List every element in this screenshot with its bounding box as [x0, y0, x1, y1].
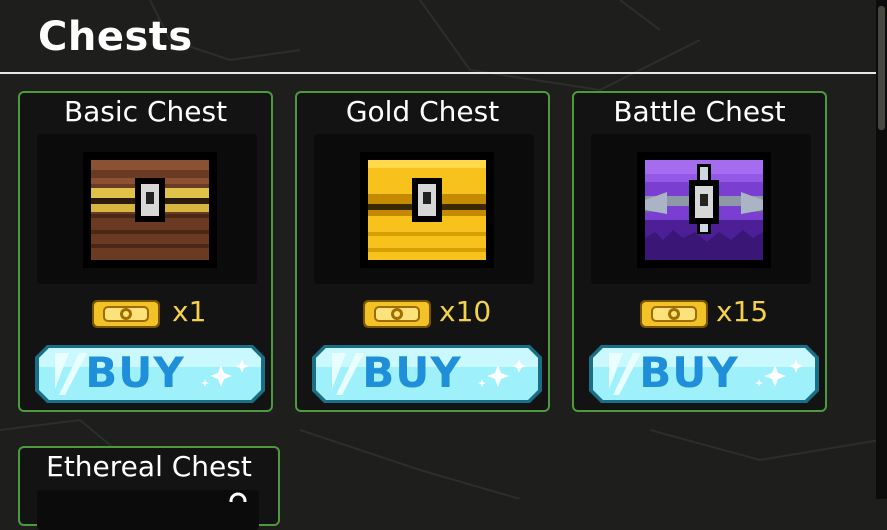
chest-image-frame: [37, 490, 259, 530]
scrollbar-thumb[interactable]: [878, 6, 885, 130]
chest-name: Battle Chest: [613, 95, 786, 128]
partial-icon: [229, 492, 247, 502]
chest-price: x15: [716, 295, 769, 328]
chest-card-basic: Basic Chest x1 BUY: [18, 91, 273, 412]
basic-chest-icon: [83, 152, 217, 268]
battle-chest-icon: [637, 152, 771, 268]
ticket-icon: [363, 300, 431, 328]
price-row: x1: [20, 295, 271, 333]
buy-label: BUY: [362, 348, 462, 397]
chest-image-frame: [314, 134, 534, 284]
ticket-icon: [640, 300, 708, 328]
chest-price: x1: [172, 295, 207, 328]
chest-name: Ethereal Chest: [46, 450, 252, 483]
chest-name: Basic Chest: [63, 95, 228, 128]
page-title: Chests: [38, 14, 193, 60]
scrollbar[interactable]: [876, 0, 887, 499]
chest-price: x10: [439, 295, 492, 328]
title-divider: [0, 72, 876, 74]
buy-label: BUY: [639, 348, 739, 397]
chest-card-gold: Gold Chest x10 BUY: [295, 91, 550, 412]
ticket-icon: [92, 300, 160, 328]
buy-button[interactable]: BUY: [589, 345, 819, 403]
chest-name: Gold Chest: [345, 95, 500, 128]
price-row: x10: [297, 295, 548, 333]
buy-button[interactable]: BUY: [312, 345, 542, 403]
chest-card-battle: Battle Chest x15 BUY: [572, 91, 827, 412]
chest-image-frame: [37, 134, 257, 284]
price-row: x15: [574, 295, 825, 333]
buy-button[interactable]: BUY: [35, 345, 265, 403]
buy-label: BUY: [85, 348, 185, 397]
chest-card-ethereal: Ethereal Chest: [18, 446, 280, 530]
gold-chest-icon: [360, 152, 494, 268]
chest-image-frame: [591, 134, 811, 284]
